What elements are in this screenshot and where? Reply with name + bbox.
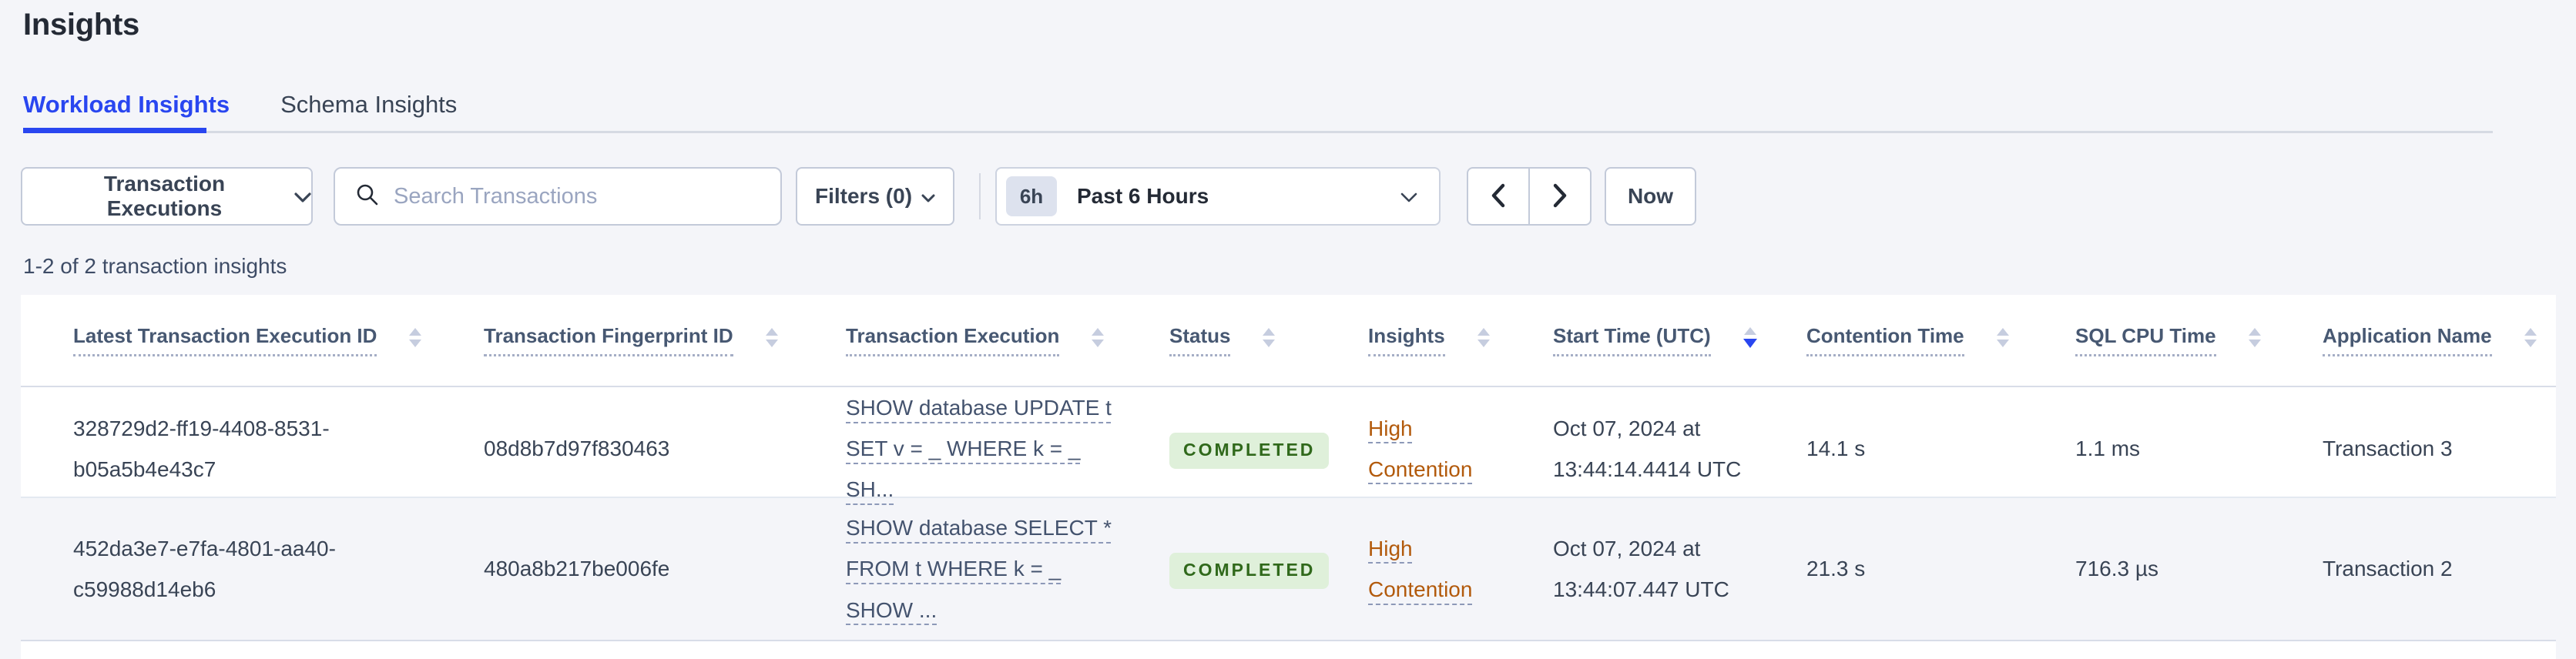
cell-sql-cpu-time: 716.3 µs (2075, 557, 2158, 581)
cell-transaction-execution: SHOW database SELECT * FROM t WHERE k = … (846, 507, 1169, 631)
results-summary: 1-2 of 2 transaction insights (23, 254, 287, 278)
cell-fingerprint-id: 08d8b7d97f830463 (484, 437, 670, 461)
cell-application-name: Transaction 2 (2323, 557, 2453, 581)
status-badge: COMPLETED (1169, 553, 1330, 589)
chevron-down-icon (921, 184, 935, 209)
status-badge: COMPLETED (1169, 433, 1330, 469)
column-header-start-time: Start Time (UTC) (1553, 324, 1806, 356)
chevron-left-icon (1488, 182, 1508, 211)
tab-schema-insights[interactable]: Schema Insights (280, 91, 457, 119)
search-input[interactable] (394, 183, 733, 209)
sort-icon[interactable] (765, 327, 778, 347)
time-range-badge: 6h (1006, 176, 1057, 216)
toolbar: Transaction Executions Filters (0) 6h Pa… (0, 167, 2576, 226)
cell-insights: High Contention (1368, 408, 1553, 490)
time-range-pager (1467, 167, 1592, 226)
search-box (334, 167, 782, 226)
sort-icon-active-desc[interactable] (1742, 326, 1757, 348)
column-header-transaction-execution: Transaction Execution (846, 324, 1169, 356)
insights-table: Latest Transaction Execution ID Transact… (21, 295, 2556, 659)
sort-icon[interactable] (2248, 327, 2261, 347)
sort-icon[interactable] (1263, 327, 1276, 347)
transaction-type-dropdown[interactable]: Transaction Executions (21, 167, 313, 226)
cell-sql-cpu-time: 1.1 ms (2075, 437, 2141, 461)
cell-start-time: Oct 07, 2024 at 13:44:14.4414 UTC (1553, 416, 1742, 481)
sort-icon[interactable] (1092, 327, 1105, 347)
column-header-sql-cpu-time: SQL CPU Time (2075, 324, 2323, 356)
column-header-latest-execution-id: Latest Transaction Execution ID (73, 324, 484, 356)
tab-divider (23, 131, 2493, 133)
sort-icon[interactable] (409, 327, 422, 347)
chevron-down-icon (1400, 184, 1417, 209)
sort-icon[interactable] (1477, 327, 1490, 347)
transaction-execution-link[interactable]: SHOW database UPDATE t SET v = _ WHERE k… (846, 387, 1125, 510)
column-header-status: Status (1169, 324, 1368, 356)
cell-start-time: Oct 07, 2024 at 13:44:07.447 UTC (1553, 536, 1729, 601)
cell-contention-time: 21.3 s (1806, 557, 1866, 581)
now-button[interactable]: Now (1605, 167, 1696, 226)
table-row: 452da3e7-e7fa-4801-aa40-c59988d14eb6 480… (21, 498, 2556, 641)
table-row: 328729d2-ff19-4408-8531-b05a5b4e43c7 08d… (21, 387, 2556, 501)
toolbar-divider (979, 173, 981, 219)
page-title: Insights (23, 8, 139, 42)
cell-insights: High Contention (1368, 528, 1553, 610)
insight-link[interactable]: High Contention (1368, 528, 1491, 610)
search-icon (355, 182, 380, 211)
time-next-button[interactable] (1528, 167, 1592, 226)
tab-bar: Workload Insights Schema Insights (23, 91, 457, 119)
cell-fingerprint-id: 480a8b217be006fe (484, 557, 670, 581)
column-header-application-name: Application Name (2323, 324, 2556, 356)
cell-status: COMPLETED (1169, 548, 1368, 589)
cell-application-name: Transaction 3 (2323, 437, 2453, 461)
transaction-type-label: Transaction Executions (103, 172, 226, 220)
cell-transaction-execution: SHOW database UPDATE t SET v = _ WHERE k… (846, 387, 1169, 510)
column-header-insights: Insights (1368, 324, 1553, 356)
column-header-fingerprint-id: Transaction Fingerprint ID (484, 324, 846, 356)
table-header-row: Latest Transaction Execution ID Transact… (21, 295, 2556, 387)
cell-status: COMPLETED (1169, 428, 1368, 469)
tab-workload-insights[interactable]: Workload Insights (23, 91, 230, 119)
sort-icon[interactable] (2524, 327, 2537, 347)
chevron-right-icon (1550, 182, 1570, 211)
filters-button[interactable]: Filters (0) (796, 167, 954, 226)
cell-latest-execution-id: 452da3e7-e7fa-4801-aa40-c59988d14eb6 (73, 536, 336, 601)
filters-label: Filters (0) (814, 184, 913, 208)
sort-icon[interactable] (1996, 327, 2009, 347)
time-prev-button[interactable] (1467, 167, 1530, 226)
time-range-picker[interactable]: 6h Past 6 Hours (995, 167, 1441, 226)
insights-page: Insights Workload Insights Schema Insigh… (0, 0, 2576, 659)
cell-latest-execution-id: 328729d2-ff19-4408-8531-b05a5b4e43c7 (73, 416, 330, 481)
column-header-contention-time: Contention Time (1806, 324, 2075, 356)
chevron-down-icon (294, 184, 311, 209)
time-range-label: Past 6 Hours (1077, 184, 1209, 208)
transaction-execution-link[interactable]: SHOW database SELECT * FROM t WHERE k = … (846, 507, 1125, 631)
insight-link[interactable]: High Contention (1368, 408, 1491, 490)
cell-contention-time: 14.1 s (1806, 437, 1866, 461)
active-tab-indicator (23, 128, 206, 133)
